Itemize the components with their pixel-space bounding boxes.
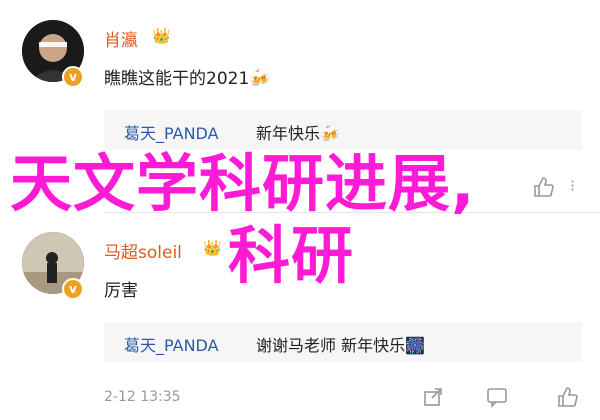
more-icon[interactable]: ⁝ [570,176,575,195]
overlay-title-line2: 科研 [228,219,355,292]
username[interactable]: 肖瀛 [104,26,138,51]
username[interactable]: 马超soleil [104,238,182,263]
like-icon[interactable] [532,176,554,203]
reply-box[interactable]: 葛天_PANDA 谢谢马老师 新年快乐🎆 [104,322,582,362]
reply-box[interactable]: 葛天_PANDA 新年快乐🍻 [104,110,582,150]
overlay-title-line1: 天文学科研进展, [10,147,476,220]
verified-icon: v [62,278,84,300]
timestamp: 2-12 13:35 [104,389,181,405]
comment-icon[interactable] [486,386,508,413]
crown-badge-icon: 👑 [152,27,171,45]
reply-text: 新年快乐🍻 [256,124,340,143]
reply-username[interactable]: 葛天_PANDA [124,332,219,356]
verified-icon: v [62,66,84,88]
crown-badge-icon: 👑 [203,239,222,257]
comment-text: 厉害 [104,281,138,301]
like-icon[interactable] [556,386,578,413]
share-icon[interactable] [422,386,444,413]
reply-text: 谢谢马老师 新年快乐🎆 [256,336,426,355]
reply-username[interactable]: 葛天_PANDA [124,120,219,144]
comment-text: 瞧瞧这能干的2021🍻 [104,69,271,89]
